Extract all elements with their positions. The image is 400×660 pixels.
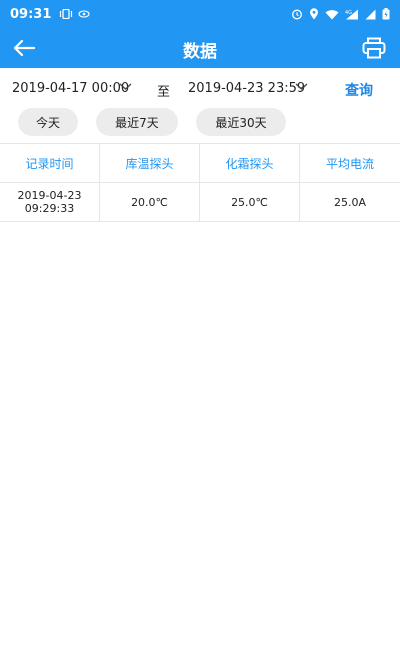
column-header-cold-temp: 库温探头 [100,144,200,182]
end-date-picker[interactable]: 2019-04-23 23:59 [188,81,305,96]
location-icon [310,8,318,20]
eye-icon [78,10,90,18]
cell-cold-temp: 20.0℃ [100,183,200,221]
chevron-down-icon[interactable] [119,82,132,91]
alarm-icon [292,9,302,20]
column-header-defrost: 化霜探头 [200,144,300,182]
status-left-icons [59,9,90,19]
chevron-down-icon[interactable] [295,82,308,91]
print-button[interactable] [360,34,388,62]
header-bar: 09:31 4G 数据 [0,0,400,68]
cell-record-time: 2019-04-23 09:29:33 [0,183,100,221]
data-table: 记录时间 库温探头 化霜探头 平均电流 2019-04-23 09:29:33 … [0,143,400,222]
table-header: 记录时间 库温探头 化霜探头 平均电流 [0,143,400,182]
status-bar: 09:31 4G [0,0,400,28]
record-clock: 09:29:33 [24,202,75,215]
signal-icon [365,9,376,19]
signal-4g-icon: 4G [345,9,358,19]
chip-last-30-days[interactable]: 最近30天 [196,108,286,136]
table-row: 2019-04-23 09:29:33 20.0℃ 25.0℃ 25.0A [0,182,400,222]
date-separator: 至 [157,85,171,100]
column-header-avg-current: 平均电流 [325,156,374,171]
date-filter: 2019-04-17 00:00 至 2019-04-23 23:59 查询 [0,74,400,104]
cell-avg-current: 25.0A [333,195,367,209]
battery-icon [382,8,390,20]
chip-last-7-days[interactable]: 最近7天 [96,108,178,136]
wifi-icon [325,9,339,19]
column-header-record-time: 记录时间 [0,144,100,182]
cell-defrost: 25.0℃ [200,183,300,221]
svg-text:4G: 4G [345,10,352,16]
status-time: 09:31 [10,6,52,22]
chip-today[interactable]: 今天 [18,108,78,136]
quick-range-chips: 今天 最近7天 最近30天 [0,108,400,138]
query-button[interactable]: 查询 [345,80,373,100]
print-icon [362,37,386,59]
vibrate-icon [60,9,73,19]
record-date: 2019-04-23 [17,189,82,202]
status-right-icons: 4G [291,8,390,20]
start-date-picker[interactable]: 2019-04-17 00:00 [12,81,129,96]
page-title: 数据 [183,42,217,62]
app-bar: 数据 [0,28,400,68]
